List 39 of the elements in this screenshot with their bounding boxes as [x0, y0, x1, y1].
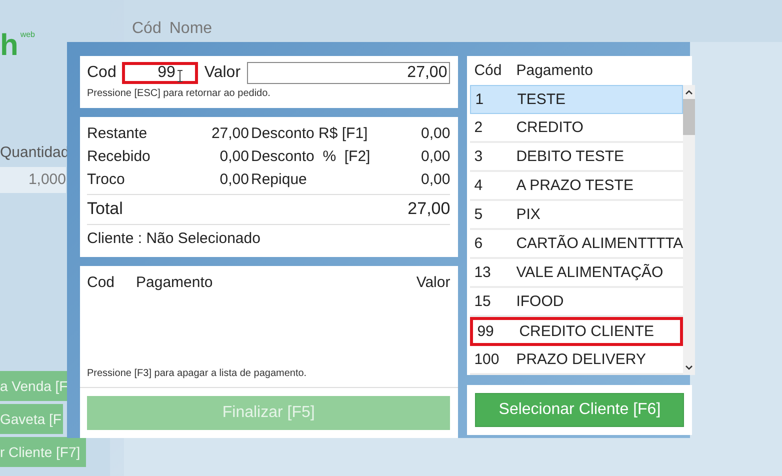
table-cell: 1,000: [0, 167, 66, 193]
hint-text: Pressione [F3] para apagar a lista de pagamento.: [80, 368, 458, 388]
column-header: Cod: [87, 274, 116, 291]
value-field[interactable]: 27,00: [246, 62, 450, 84]
summary-label: Troco: [87, 171, 126, 188]
discount-label: Desconto R$ [F1]: [250, 125, 369, 142]
discount-amount: 0,00: [420, 125, 450, 142]
discount-amount: 0,00: [420, 171, 450, 188]
value-label: Valor: [204, 64, 241, 82]
discount-label: Repique: [250, 171, 308, 188]
hint-text: Pressione [ESC] para retornar ao pedido.: [87, 88, 272, 99]
summary-label: Restante: [87, 125, 148, 142]
code-field[interactable]: 99: [122, 62, 198, 84]
code-label: Cod: [87, 64, 116, 82]
discount-label: Desconto % [F2]: [250, 148, 370, 165]
list-row[interactable]: 1 TESTE: [470, 85, 684, 114]
scroll-thumb[interactable]: [683, 99, 696, 135]
column-header: Quantidad: [0, 144, 66, 161]
client-text: Cliente : Não Selecionado: [87, 230, 262, 247]
column-header: Pagamento: [136, 274, 214, 291]
column-header: Valor: [416, 274, 450, 291]
total-value: 27,00: [408, 199, 450, 219]
scroll-up-icon[interactable]: [685, 89, 694, 95]
column-header: Pagamento: [516, 62, 594, 79]
text-cursor-icon: [177, 70, 184, 82]
summary-amount: 0,00: [218, 148, 249, 165]
column-header: Cód: [132, 20, 162, 38]
logo-letter: h: [0, 30, 18, 62]
column-header: Nome: [169, 20, 212, 38]
discount-amount: 0,00: [420, 148, 450, 165]
column-header: Cód: [474, 62, 503, 79]
scrollbar[interactable]: [683, 85, 696, 375]
summary-amount: 0,00: [218, 171, 249, 188]
list-row[interactable]: 99 CREDITO CLIENTE: [470, 317, 684, 346]
scroll-down-icon[interactable]: [685, 365, 694, 371]
total-label: Total: [87, 199, 123, 219]
logo-tag: web: [20, 30, 36, 39]
summary-label: Recebido: [87, 148, 152, 165]
summary-amount: 27,00: [210, 125, 249, 142]
